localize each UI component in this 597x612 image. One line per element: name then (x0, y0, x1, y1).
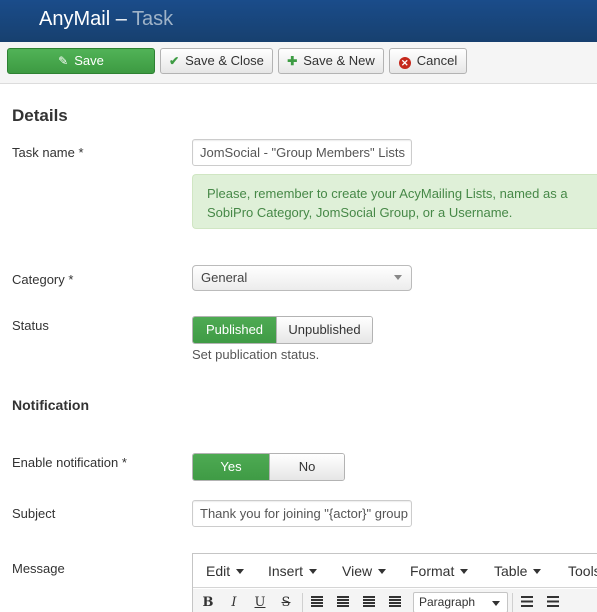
enable-no-option[interactable]: No (269, 454, 344, 480)
italic-button[interactable]: I (223, 593, 245, 612)
app-name: AnyMail (39, 8, 111, 30)
caret-down-icon (533, 569, 542, 574)
category-select[interactable]: General (192, 265, 412, 291)
align-left-button[interactable] (306, 593, 328, 612)
info-alert: Please, remember to create your AcyMaili… (192, 174, 597, 229)
menu-view[interactable]: View (342, 563, 387, 579)
cancel-icon: ✕ (398, 57, 411, 69)
block-format-value: Paragraph (419, 595, 476, 609)
message-label: Message (12, 561, 65, 576)
save-new-label: Save & New (303, 53, 375, 68)
menu-edit-label: Edit (206, 563, 231, 579)
align-right-button[interactable] (358, 593, 380, 612)
task-name-input[interactable]: JomSocial - "Group Members" Lists (192, 139, 412, 166)
bullet-list-icon (521, 596, 533, 607)
align-left-icon (311, 596, 323, 607)
menu-insert[interactable]: Insert (268, 563, 318, 579)
align-justify-button[interactable] (384, 593, 406, 612)
app-header: AnyMail – Task (0, 0, 597, 42)
page-title: AnyMail – Task (39, 8, 173, 31)
editor-toolbar: B I U S Paragraph (193, 589, 597, 612)
menu-edit[interactable]: Edit (206, 563, 245, 579)
menu-table[interactable]: Table (494, 563, 542, 579)
align-center-icon (337, 596, 349, 607)
status-help-text: Set publication status. (192, 347, 320, 362)
plus-icon: ✚ (287, 54, 298, 68)
menu-view-label: View (342, 563, 373, 579)
chevron-down-icon (394, 275, 402, 280)
editor-menubar: Edit Insert View Format Table Tools (193, 554, 597, 588)
view-name: Task (132, 8, 174, 30)
strikethrough-button[interactable]: S (275, 593, 297, 612)
save-close-label: Save & Close (185, 53, 264, 68)
toolbar-divider (512, 593, 513, 612)
chevron-down-icon (492, 601, 500, 606)
toolbar-divider (302, 593, 303, 612)
menu-tools-label: Tools (568, 563, 597, 579)
caret-down-icon (378, 569, 387, 574)
status-label: Status (12, 318, 49, 333)
subject-label: Subject (12, 506, 56, 521)
enable-notification-label: Enable notification * (12, 455, 127, 470)
save-new-button[interactable]: ✚ Save & New (278, 48, 384, 74)
subject-input[interactable]: Thank you for joining "{actor}" group (192, 500, 412, 527)
status-published-option[interactable]: Published (193, 317, 276, 343)
title-separator: – (115, 8, 127, 30)
bullet-list-button[interactable] (516, 593, 538, 612)
bold-button[interactable]: B (197, 593, 219, 612)
enable-notification-toggle: Yes No (192, 453, 345, 481)
underline-button[interactable]: U (249, 593, 271, 612)
status-toggle: Published Unpublished (192, 316, 373, 344)
menu-table-label: Table (494, 563, 528, 579)
category-label: Category * (12, 272, 74, 287)
category-value: General (201, 270, 248, 285)
details-heading: Details (12, 106, 68, 125)
align-right-icon (363, 596, 375, 607)
cancel-button[interactable]: ✕ Cancel (389, 48, 467, 74)
caret-down-icon (236, 569, 245, 574)
notification-heading: Notification (12, 397, 89, 413)
toolbar: ✎ Save ✔ Save & Close ✚ Save & New ✕ Cancel (0, 42, 597, 84)
align-justify-icon (389, 596, 401, 607)
menu-format[interactable]: Format (410, 563, 469, 579)
task-name-label: Task name * (12, 145, 84, 160)
numbered-list-icon (547, 596, 559, 607)
caret-down-icon (460, 569, 469, 574)
save-close-button[interactable]: ✔ Save & Close (160, 48, 273, 74)
numbered-list-button[interactable] (542, 593, 564, 612)
check-icon: ✔ (169, 54, 180, 68)
align-center-button[interactable] (332, 593, 354, 612)
menu-insert-label: Insert (268, 563, 304, 579)
cancel-label: Cancel (416, 53, 458, 68)
message-editor: Edit Insert View Format Table Tools B I … (192, 553, 597, 612)
save-button[interactable]: ✎ Save (7, 48, 155, 74)
save-label: Save (74, 53, 104, 68)
caret-down-icon (309, 569, 318, 574)
enable-yes-option[interactable]: Yes (193, 454, 269, 480)
block-format-select[interactable]: Paragraph (413, 592, 508, 612)
edit-icon: ✎ (58, 54, 69, 68)
menu-format-label: Format (410, 563, 455, 579)
menu-tools[interactable]: Tools (568, 563, 597, 579)
status-unpublished-option[interactable]: Unpublished (276, 317, 372, 343)
